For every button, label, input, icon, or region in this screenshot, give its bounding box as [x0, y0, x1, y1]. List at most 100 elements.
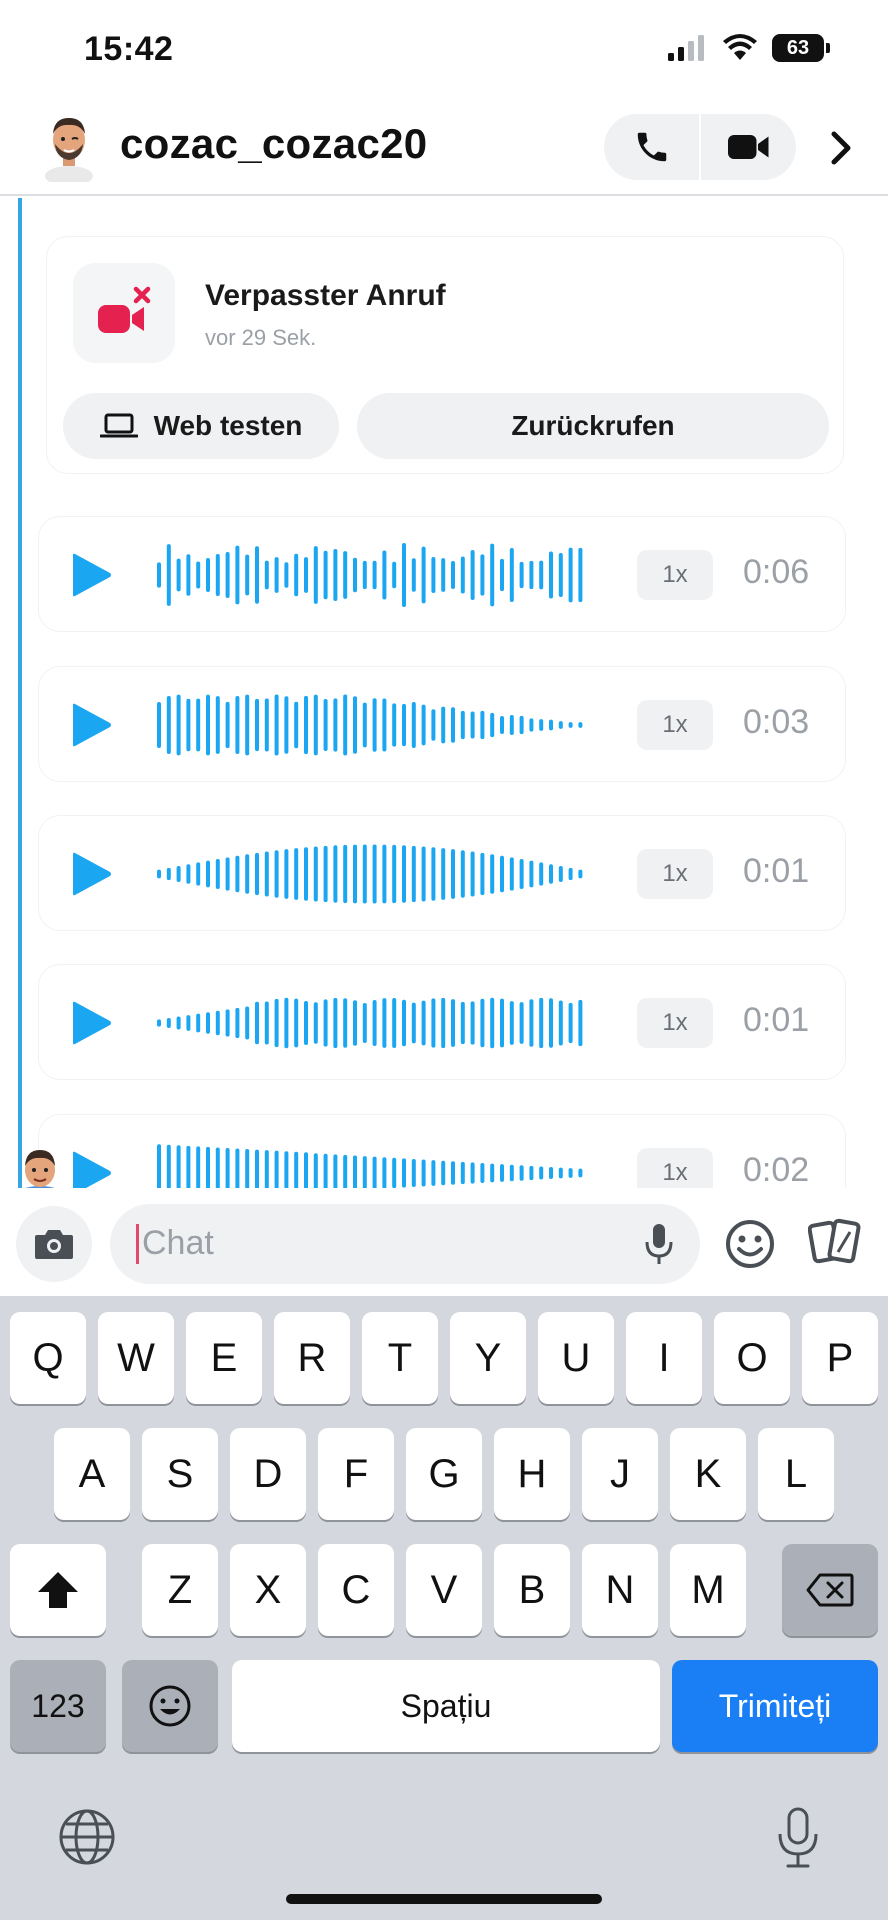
- chevron-right-icon[interactable]: [826, 126, 856, 170]
- chat-placeholder: Chat: [142, 1224, 214, 1262]
- voice-duration: 0:01: [743, 852, 810, 890]
- waveform: [157, 844, 583, 904]
- camera-icon: [35, 1230, 73, 1259]
- sender-bitmoji-avatar: [25, 1150, 55, 1188]
- call-back-label: Zurückrufen: [511, 410, 675, 441]
- globe-icon[interactable]: [58, 1808, 116, 1866]
- video-camera-icon: [727, 135, 768, 159]
- voice-duration: 0:02: [743, 1151, 810, 1188]
- key-c[interactable]: C: [318, 1544, 394, 1636]
- key-r[interactable]: R: [274, 1312, 350, 1404]
- wifi-icon: [723, 34, 757, 60]
- key-h[interactable]: H: [494, 1428, 570, 1520]
- shift-arrow-icon: [38, 1572, 78, 1608]
- send-key[interactable]: Trimiteți: [672, 1660, 878, 1752]
- keyboard: Q W E R T Y U I O P A S D F G H J K L Z …: [0, 1296, 888, 1920]
- cards-icon[interactable]: [808, 1214, 864, 1270]
- backspace-key[interactable]: [782, 1544, 878, 1636]
- key-k[interactable]: K: [670, 1428, 746, 1520]
- play-icon[interactable]: [69, 703, 113, 747]
- key-o[interactable]: O: [714, 1312, 790, 1404]
- key-l[interactable]: L: [758, 1428, 834, 1520]
- chat-messages[interactable]: Verpasster Anruf vor 29 Sek. Web testen …: [0, 198, 888, 1188]
- key-q[interactable]: Q: [10, 1312, 86, 1404]
- text-caret: [136, 1224, 139, 1264]
- key-p[interactable]: P: [802, 1312, 878, 1404]
- play-icon[interactable]: [69, 852, 113, 896]
- status-icons: 63: [668, 34, 830, 62]
- web-test-label: Web testen: [153, 410, 303, 441]
- key-m[interactable]: M: [670, 1544, 746, 1636]
- play-icon[interactable]: [69, 1001, 113, 1045]
- key-b[interactable]: B: [494, 1544, 570, 1636]
- key-u[interactable]: U: [538, 1312, 614, 1404]
- chat-username[interactable]: cozac_cozac20: [120, 120, 427, 168]
- voice-duration: 0:01: [743, 1001, 810, 1039]
- key-f[interactable]: F: [318, 1428, 394, 1520]
- play-icon[interactable]: [69, 1151, 113, 1188]
- playback-speed-button[interactable]: 1x: [637, 700, 713, 750]
- voice-call-button[interactable]: [604, 114, 699, 180]
- key-a[interactable]: A: [54, 1428, 130, 1520]
- numbers-key[interactable]: 123: [10, 1660, 106, 1752]
- missed-call-card: Verpasster Anruf vor 29 Sek. Web testen …: [46, 236, 844, 474]
- voice-note[interactable]: 1x 0:06: [38, 516, 846, 632]
- key-w[interactable]: W: [98, 1312, 174, 1404]
- bitmoji-avatar[interactable]: [38, 110, 100, 182]
- laptop-icon: [99, 413, 138, 438]
- missed-call-time: vor 29 Sek.: [205, 325, 317, 350]
- voice-note[interactable]: 1x 0:03: [38, 666, 846, 782]
- playback-speed-button[interactable]: 1x: [637, 1148, 713, 1188]
- voice-duration: 0:03: [743, 703, 810, 741]
- space-key[interactable]: Spațiu: [232, 1660, 660, 1752]
- emoji-icon: [149, 1685, 191, 1727]
- web-test-button[interactable]: Web testen: [63, 393, 339, 459]
- waveform: [157, 997, 583, 1049]
- phone-icon: [637, 132, 666, 162]
- key-s[interactable]: S: [142, 1428, 218, 1520]
- emoji-key[interactable]: [122, 1660, 218, 1752]
- video-call-button[interactable]: [701, 114, 796, 180]
- dictation-mic-icon[interactable]: [776, 1806, 820, 1870]
- missed-video-call-icon: [73, 263, 175, 363]
- play-icon[interactable]: [69, 553, 113, 597]
- status-bar: 15:42 63: [0, 0, 888, 100]
- key-d[interactable]: D: [230, 1428, 306, 1520]
- key-v[interactable]: V: [406, 1544, 482, 1636]
- smiley-icon[interactable]: [724, 1218, 776, 1270]
- voice-note[interactable]: 1x 0:02: [38, 1114, 846, 1188]
- key-e[interactable]: E: [186, 1312, 262, 1404]
- camera-button[interactable]: [16, 1206, 92, 1282]
- status-time: 15:42: [84, 30, 174, 68]
- waveform: [157, 1144, 583, 1188]
- playback-speed-button[interactable]: 1x: [637, 849, 713, 899]
- key-x[interactable]: X: [230, 1544, 306, 1636]
- microphone-icon[interactable]: [644, 1222, 674, 1266]
- battery-icon: 63: [772, 34, 830, 62]
- chat-header: cozac_cozac20: [0, 100, 888, 196]
- key-t[interactable]: T: [362, 1312, 438, 1404]
- backspace-icon: [806, 1573, 854, 1607]
- key-z[interactable]: Z: [142, 1544, 218, 1636]
- key-i[interactable]: I: [626, 1312, 702, 1404]
- voice-note[interactable]: 1x 0:01: [38, 815, 846, 931]
- call-back-button[interactable]: Zurückrufen: [357, 393, 829, 459]
- playback-speed-button[interactable]: 1x: [637, 998, 713, 1048]
- shift-key[interactable]: [10, 1544, 106, 1636]
- signal-icon: [668, 35, 704, 61]
- voice-duration: 0:06: [743, 553, 810, 591]
- chat-input-bar: Chat: [0, 1188, 888, 1296]
- waveform: [157, 542, 583, 608]
- sender-indicator-line: [18, 198, 22, 1188]
- key-n[interactable]: N: [582, 1544, 658, 1636]
- home-indicator[interactable]: [286, 1894, 602, 1904]
- chat-input[interactable]: Chat: [110, 1204, 700, 1284]
- voice-note[interactable]: 1x 0:01: [38, 964, 846, 1080]
- key-y[interactable]: Y: [450, 1312, 526, 1404]
- playback-speed-button[interactable]: 1x: [637, 550, 713, 600]
- missed-call-title: Verpasster Anruf: [205, 279, 446, 312]
- key-g[interactable]: G: [406, 1428, 482, 1520]
- battery-level: 63: [772, 34, 824, 62]
- call-actions: [604, 114, 796, 180]
- key-j[interactable]: J: [582, 1428, 658, 1520]
